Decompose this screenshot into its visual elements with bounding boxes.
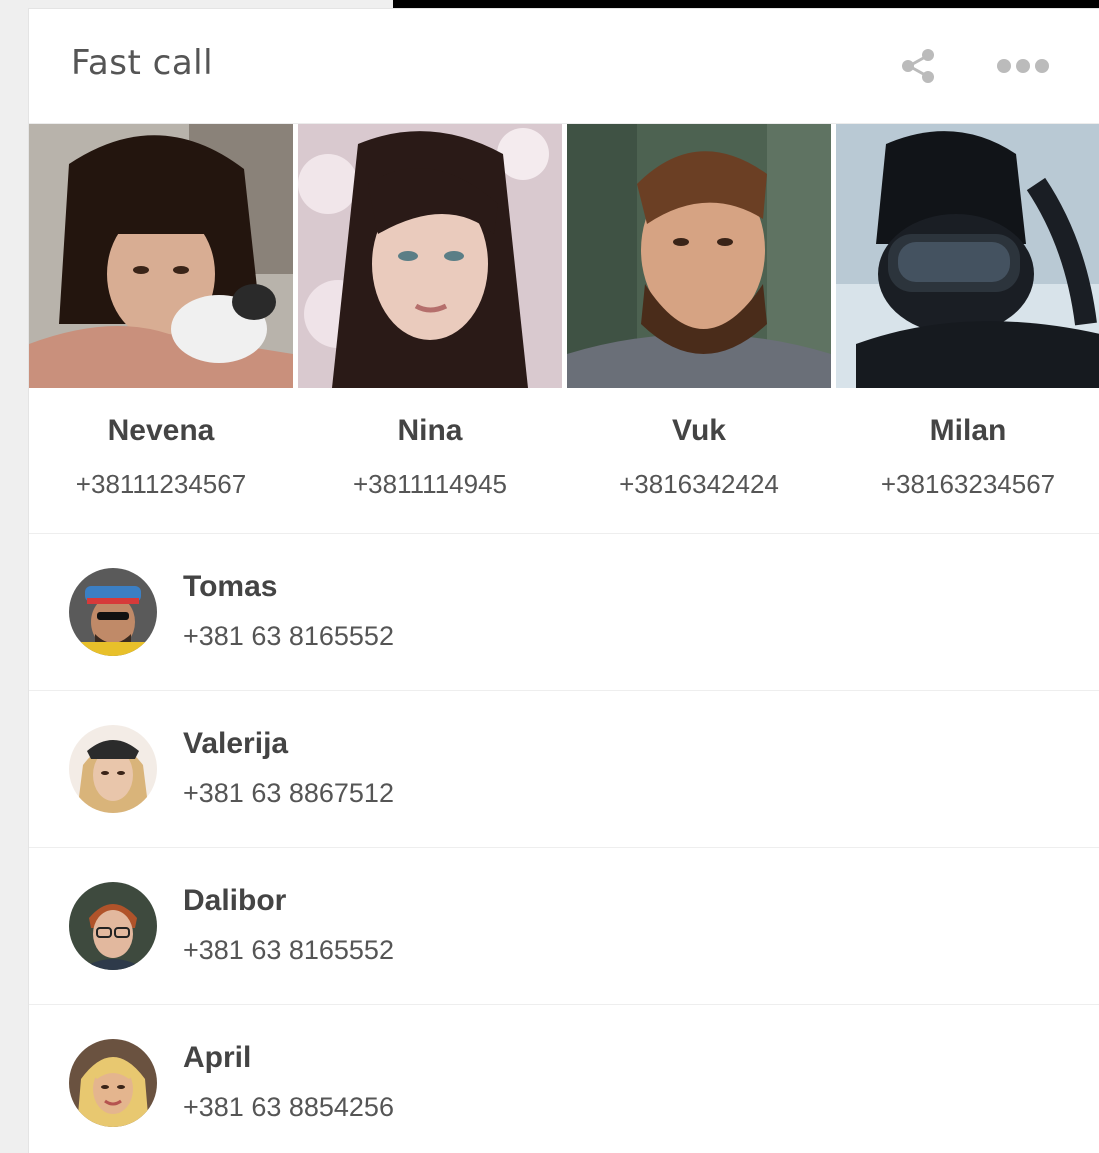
more-horizontal-icon — [997, 59, 1049, 73]
contact-name: Nina — [397, 414, 463, 447]
contact-phone: +3811114945 — [353, 469, 507, 499]
avatar — [69, 725, 157, 813]
featured-contact[interactable]: Milan +38163234567 — [836, 124, 1099, 536]
contact-name: Dalibor — [183, 884, 287, 917]
featured-contacts: Nevena +38111234567 Nina +3811114945 Vuk… — [29, 124, 1099, 536]
contact-phone: +381 63 8165552 — [183, 621, 394, 651]
contact-name: Vuk — [672, 414, 726, 447]
card-header: Fast call — [29, 9, 1099, 124]
featured-contact[interactable]: Nina +3811114945 — [298, 124, 562, 536]
card-title: Fast call — [71, 43, 214, 83]
featured-contact[interactable]: Nevena +38111234567 — [29, 124, 293, 536]
contact-name: Milan — [929, 414, 1007, 447]
contact-phone: +3816342424 — [619, 469, 779, 499]
contact-name: Nevena — [107, 414, 215, 447]
top-bar — [393, 0, 1099, 8]
contact-name: April — [183, 1041, 252, 1074]
avatar — [69, 568, 157, 656]
share-icon — [902, 49, 934, 83]
contact-name: Tomas — [183, 570, 278, 603]
contact-photo — [29, 124, 293, 388]
list-item[interactable]: Dalibor +381 63 8165552 — [29, 847, 1099, 1004]
contact-phone: +381 63 8165552 — [183, 935, 394, 965]
contact-list: Tomas +381 63 8165552 Valerija +381 63 8… — [29, 533, 1099, 1153]
list-item[interactable]: Valerija +381 63 8867512 — [29, 690, 1099, 847]
fast-call-card: Fast call Nevena +38111234567 Nina +3811… — [28, 8, 1099, 1153]
contact-photo — [567, 124, 831, 388]
contact-photo — [298, 124, 562, 388]
featured-contact[interactable]: Vuk +3816342424 — [567, 124, 831, 536]
list-item[interactable]: April +381 63 8854256 — [29, 1004, 1099, 1153]
share-button[interactable] — [895, 44, 943, 88]
contact-phone: +381 63 8867512 — [183, 778, 394, 808]
list-item[interactable]: Tomas +381 63 8165552 — [29, 533, 1099, 690]
contact-phone: +38163234567 — [880, 469, 1056, 499]
avatar — [69, 1039, 157, 1127]
contact-photo — [836, 124, 1099, 388]
contact-phone: +38111234567 — [75, 469, 247, 499]
avatar — [69, 882, 157, 970]
contact-phone: +381 63 8854256 — [183, 1092, 394, 1122]
contact-name: Valerija — [183, 727, 289, 760]
more-options-button[interactable] — [991, 44, 1055, 88]
